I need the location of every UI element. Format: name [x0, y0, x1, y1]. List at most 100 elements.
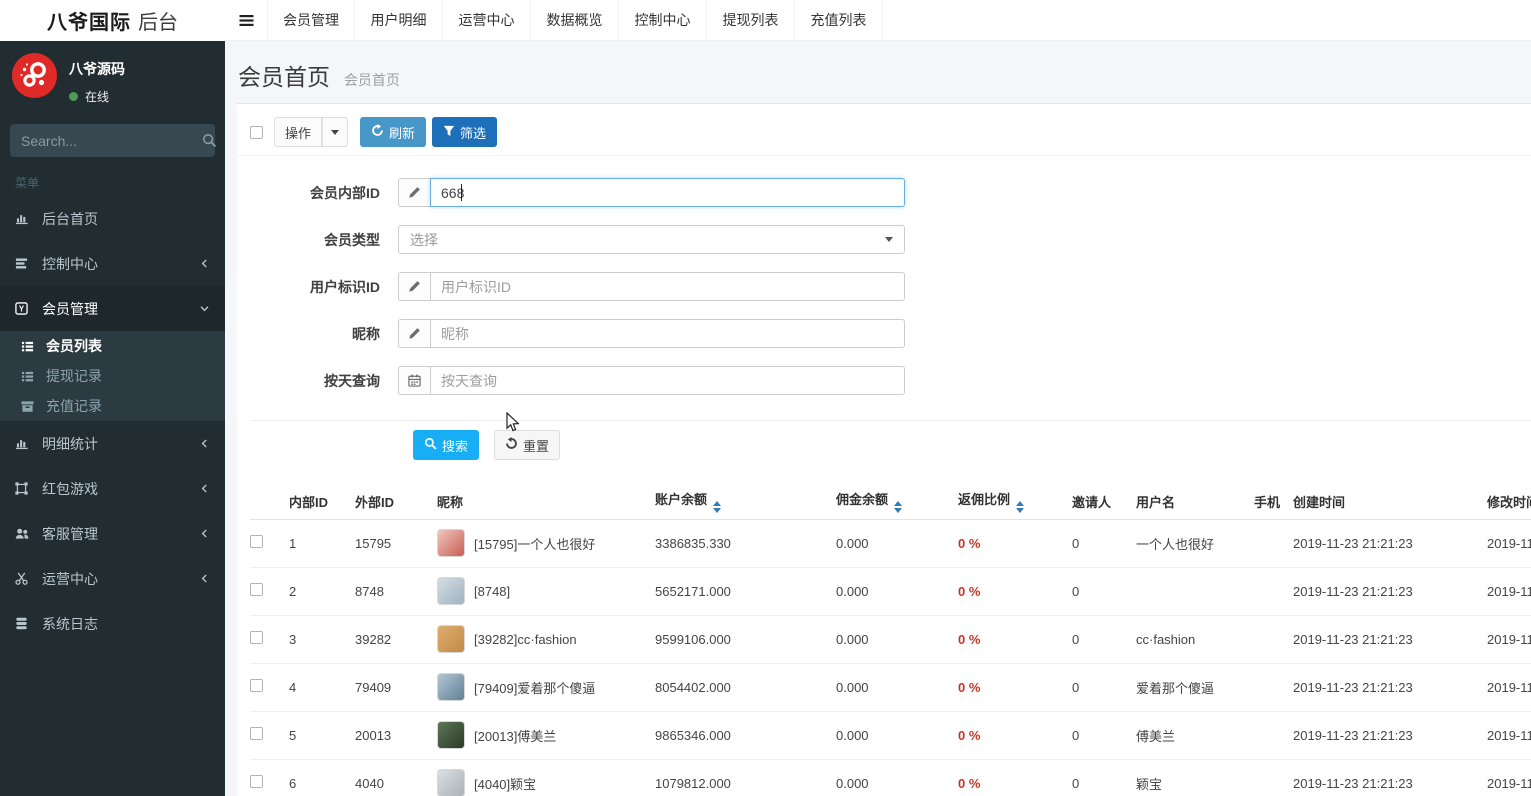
page-subtitle: 会员首页 — [343, 72, 400, 88]
column-header-label: 账户余额 — [655, 492, 708, 508]
action-button[interactable]: 操作 — [274, 117, 323, 147]
search-button-label: 搜索 — [442, 438, 469, 454]
cell-commission: 0.000 — [836, 775, 869, 791]
app-logo[interactable]: 八爷国际 后台 — [0, 0, 225, 41]
column-header-rebate[interactable]: 返佣比例 — [958, 484, 1072, 520]
form-row-1: 会员类型 选择 — [250, 225, 1531, 254]
nickname-text: [79409]爱着那个傻逼 — [474, 680, 596, 696]
reset-button[interactable]: 重置 — [494, 430, 561, 460]
sidebar-subitem-2-1[interactable]: 提现记录 — [0, 361, 225, 391]
topnav-tab-6[interactable]: 充值列表 — [795, 0, 883, 40]
search-icon[interactable] — [202, 133, 217, 148]
cell-rebate: 0 % — [958, 583, 981, 599]
caret-down-icon — [331, 129, 340, 135]
select-all-checkbox[interactable] — [250, 125, 263, 139]
online-dot-icon — [69, 92, 78, 101]
column-header-checkbox — [250, 484, 289, 520]
column-header-inviter: 邀请人 — [1072, 484, 1136, 520]
cell-inviter: 0 — [1072, 631, 1080, 647]
column-header-label: 修改时间 — [1487, 494, 1531, 510]
sidebar-item-5[interactable]: 客服管理 — [0, 511, 225, 556]
cell-inviter: 0 — [1072, 535, 1080, 551]
topnav-tab-1[interactable]: 用户明细 — [355, 0, 443, 40]
row-checkbox[interactable] — [250, 679, 263, 692]
form-input-2[interactable] — [430, 272, 905, 301]
column-header-balance[interactable]: 账户余额 — [655, 484, 836, 520]
sidebar-subitem-2-0[interactable]: 会员列表 — [0, 331, 225, 361]
topnav-tab-2[interactable]: 运营中心 — [443, 0, 531, 40]
column-header-label: 创建时间 — [1293, 494, 1346, 510]
sidebar-subitem-label: 会员列表 — [46, 338, 102, 354]
search-submit-button[interactable]: 搜索 — [413, 430, 480, 460]
sidebar-item-7[interactable]: 系统日志 — [0, 601, 225, 646]
sidebar-subitem-label: 充值记录 — [46, 398, 102, 414]
sidebar-item-4[interactable]: 红包游戏 — [0, 466, 225, 511]
column-header-commission[interactable]: 佣金余额 — [836, 484, 958, 520]
sort-icon[interactable] — [894, 501, 903, 514]
row-checkbox[interactable] — [250, 775, 263, 788]
sidebar-search-input[interactable] — [21, 132, 202, 149]
funnel-icon — [443, 125, 455, 140]
cell-internal_id: 5 — [289, 727, 297, 743]
sidebar-item-6[interactable]: 运营中心 — [0, 556, 225, 601]
page-header: 会员首页 会员首页 — [225, 41, 1531, 102]
nickname-cell: [79409]爱着那个傻逼 — [437, 673, 655, 701]
caret-down-icon — [885, 237, 893, 242]
filter-button[interactable]: 筛选 — [432, 117, 498, 147]
column-header-external_id: 外部ID — [355, 484, 437, 520]
row-checkbox[interactable] — [250, 631, 263, 644]
topnav-tab-4[interactable]: 控制中心 — [619, 0, 707, 40]
cell-external_id: 15795 — [355, 535, 392, 551]
user-status-label: 在线 — [85, 90, 110, 104]
column-header-nickname: 昵称 — [437, 484, 655, 520]
topnav-tab-3[interactable]: 数据概览 — [531, 0, 619, 40]
table-row: 4 79409 [79409]爱着那个傻逼 8054402.000 0.000 0 % 0 爱… — [250, 663, 1531, 712]
nickname-text: [8748] — [474, 583, 511, 599]
form-input-3[interactable] — [430, 319, 905, 348]
member-type-select[interactable]: 选择 — [398, 225, 905, 254]
topnav-tab-0[interactable]: 会员管理 — [267, 0, 355, 40]
form-label: 用户标识ID — [310, 278, 380, 295]
content: 会员首页 会员首页 操作 刷新 筛选 会员内部ID 668 会员类型 选择 用户… — [225, 41, 1531, 796]
action-caret-button[interactable] — [322, 117, 349, 147]
row-checkbox[interactable] — [250, 583, 263, 596]
sidebar-subitem-2-2[interactable]: 充值记录 — [0, 391, 225, 421]
user-photo — [437, 625, 465, 653]
tasks-icon — [15, 257, 42, 270]
column-header-label: 昵称 — [437, 494, 464, 510]
nickname-text: [15795]一个人也很好 — [474, 536, 596, 552]
pencil-icon — [398, 319, 430, 348]
row-checkbox[interactable] — [250, 535, 263, 548]
sidebar-item-3[interactable]: 明细统计 — [0, 421, 225, 466]
cell-commission: 0.000 — [836, 631, 869, 647]
cell-rebate: 0 % — [958, 535, 981, 551]
cell-created: 2019-11-23 21:21:23 — [1293, 727, 1413, 743]
cell-modified: 2019-11-23 21:21:23 — [1487, 631, 1531, 647]
sidebar-item-label: 运营中心 — [42, 570, 98, 587]
refresh-button[interactable]: 刷新 — [360, 117, 427, 147]
action-dropdown: 操作 — [274, 117, 349, 147]
row-checkbox[interactable] — [250, 727, 263, 740]
input-group — [398, 366, 905, 395]
toolbar-divider — [237, 155, 1531, 156]
sort-icon[interactable] — [713, 501, 722, 514]
user-panel: 八爷源码 在线 — [0, 41, 225, 115]
form-input-4[interactable] — [430, 366, 905, 395]
cell-created: 2019-11-23 21:21:23 — [1293, 775, 1413, 791]
sidebar-item-1[interactable]: 控制中心 — [0, 241, 225, 286]
column-header-label: 用户名 — [1136, 494, 1176, 510]
brand-name: 八爷国际 — [47, 12, 131, 34]
hamburger-icon[interactable] — [225, 0, 267, 40]
cell-external_id: 39282 — [355, 631, 392, 647]
top-navbar: 会员管理 用户明细 运营中心 数据概览 控制中心 提现列表 充值列表 — [225, 0, 1531, 41]
column-header-phone: 手机 — [1254, 484, 1293, 520]
column-header-label: 返佣比例 — [958, 492, 1011, 508]
archive-icon — [21, 400, 46, 413]
form-input-0[interactable] — [430, 178, 905, 207]
sidebar-item-2[interactable]: Y 会员管理 — [0, 286, 225, 331]
topnav-tab-5[interactable]: 提现列表 — [707, 0, 795, 40]
form-label: 会员类型 — [324, 231, 380, 248]
sort-icon[interactable] — [1016, 501, 1025, 514]
cell-external_id: 79409 — [355, 679, 392, 695]
sidebar-item-0[interactable]: 后台首页 — [0, 196, 225, 241]
